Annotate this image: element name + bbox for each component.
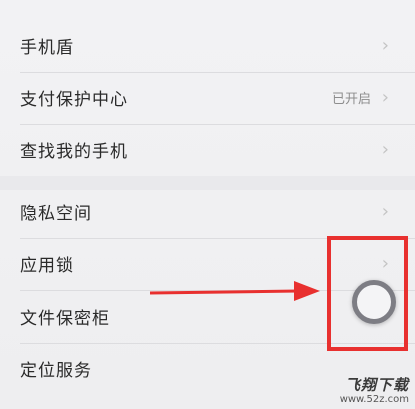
settings-item-label: 文件保密柜 (20, 308, 110, 329)
settings-item-label: 隐私空间 (20, 203, 92, 224)
settings-item-private-space[interactable]: 隐私空间 › (0, 184, 415, 238)
arrow-head (294, 281, 320, 301)
settings-item-label: 支付保护中心 (20, 89, 128, 110)
annotation-arrow (149, 281, 320, 301)
watermark-title: 飞翔下载 (344, 376, 409, 394)
settings-item-find-my-phone[interactable]: 查找我的手机 › (0, 122, 415, 176)
chevron-right-icon: › (381, 138, 389, 160)
status-text: 已开启 (331, 91, 371, 107)
floating-circle-button[interactable] (352, 280, 396, 324)
settings-item-payment-protection[interactable]: 支付保护中心 已开启 › (0, 70, 415, 124)
watermark-logo: 飞翔下载 www.52z.com (340, 378, 409, 405)
watermark-url: www.52z.com (339, 394, 409, 405)
chevron-right-icon: › (381, 200, 389, 222)
chevron-right-icon: › (381, 34, 389, 56)
chevron-right-icon: › (381, 86, 389, 108)
settings-item-phone-shield[interactable]: 手机盾 › (0, 18, 415, 72)
arrow-shaft (149, 289, 299, 295)
settings-item-label: 查找我的手机 (20, 141, 128, 162)
settings-item-label: 应用锁 (20, 255, 74, 276)
settings-screen: 手机盾 › 支付保护中心 已开启 › 查找我的手机 › 隐私空间 › 应用锁 ›… (0, 0, 415, 409)
settings-item-label: 手机盾 (20, 37, 74, 58)
settings-item-label: 定位服务 (20, 360, 92, 381)
